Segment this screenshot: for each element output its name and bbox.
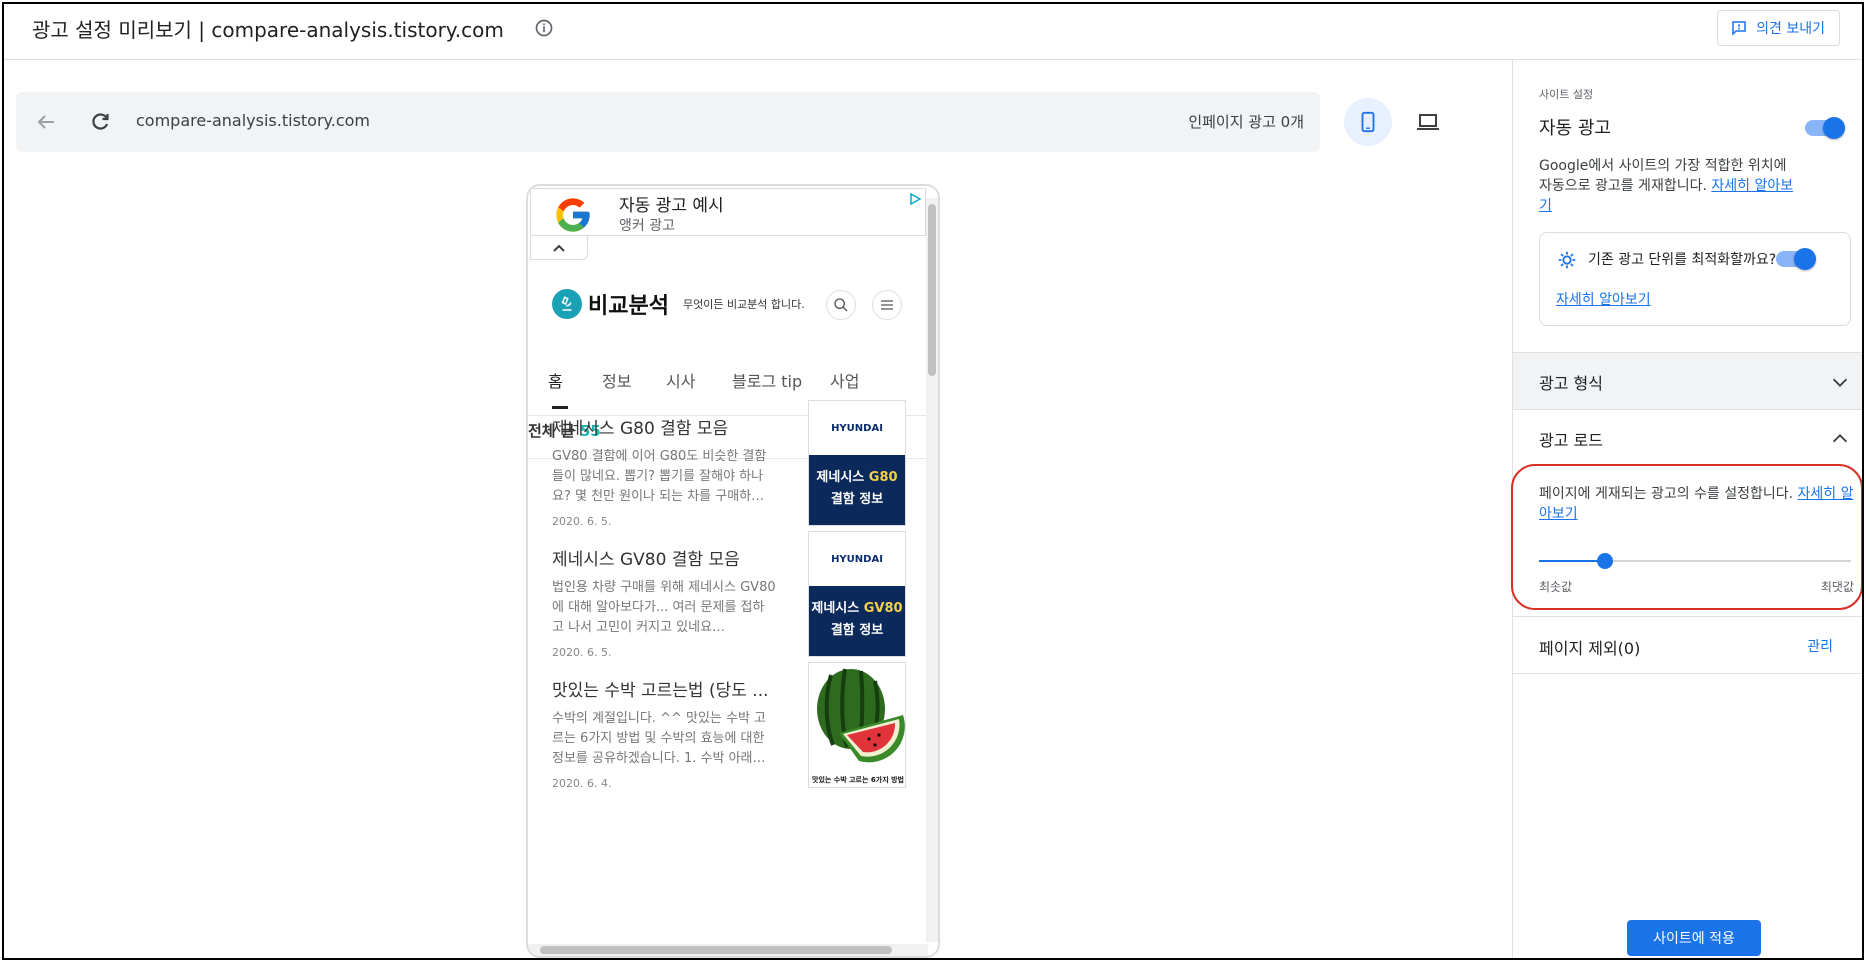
section-label: 사이트 설정 (1539, 88, 1594, 101)
optimize-question: 기존 광고 단위를 최적화할까요? (1588, 252, 1777, 268)
post-thumbnail[interactable]: HYUNDAI 제네시스 GV80 결함 정보 (808, 531, 906, 657)
post-item[interactable]: 제네시스 G80 결함 모음 GV80 결함에 이어 G80도 비슷한 결함들이… (552, 400, 906, 528)
nav-blog-tip[interactable]: 블로그 tip (732, 368, 802, 392)
reload-icon[interactable] (88, 110, 112, 134)
post-excerpt: 법인용 차량 구매를 위해 제네시스 GV80에 대해 알아보다가... 여러 … (552, 580, 776, 635)
top-header: 광고 설정 미리보기 | compare-analysis.tistory.co… (4, 4, 1862, 60)
page-title: 광고 설정 미리보기 | compare-analysis.tistory.co… (32, 18, 504, 42)
feedback-icon (1732, 21, 1746, 36)
post-thumbnail[interactable]: HYUNDAI 제네시스 G80 결함 정보 (808, 400, 906, 526)
page-exclusions-row: 페이지 제외(0) 관리 (1513, 616, 1862, 674)
laptop-icon (1417, 114, 1439, 130)
blog-tagline: 무엇이든 비교분석 합니다. (682, 298, 805, 311)
preview-url-bar: compare-analysis.tistory.com 인페이지 광고 0개 (16, 92, 1320, 152)
thumb-model: GV80 (863, 601, 903, 616)
auto-ads-toggle[interactable] (1805, 117, 1845, 139)
optimize-existing-ads-card: 기존 광고 단위를 최적화할까요? 자세히 알아보기 (1539, 232, 1851, 326)
thumb-model: G80 (868, 470, 898, 485)
post-excerpt: 수박의 계절입니다. ^^ 맛있는 수박 고르는 6가지 방법 및 수박의 효능… (552, 711, 767, 766)
highlight-annotation (1511, 464, 1862, 610)
send-feedback-button[interactable]: 의견 보내기 (1717, 10, 1840, 46)
nav-business[interactable]: 사업 (830, 368, 859, 392)
google-logo-icon (556, 198, 590, 232)
nav-current-affairs[interactable]: 시사 (666, 368, 695, 392)
blog-search-button[interactable] (826, 290, 856, 320)
microscope-icon (552, 289, 582, 319)
chevron-down-icon (1832, 378, 1848, 387)
ad-format-accordion[interactable]: 광고 형식 (1513, 352, 1862, 410)
hyundai-logo: HYUNDAI (831, 422, 883, 434)
post-title[interactable]: 맛있는 수박 고르는법 (당도 ... (552, 676, 776, 701)
apply-to-site-button[interactable]: 사이트에 적용 (1627, 920, 1761, 956)
post-item[interactable]: 제네시스 GV80 결함 모음 법인용 차량 구매를 위해 제네시스 GV80에… (552, 531, 906, 659)
scroll-thumb[interactable] (540, 946, 892, 954)
toggle-knob (1823, 117, 1845, 139)
manage-link[interactable]: 관리 (1807, 636, 1833, 656)
search-icon (834, 298, 848, 312)
post-thumbnail[interactable]: 맛있는 수박 고르는 6가지 방법 (808, 662, 906, 788)
inpage-ad-count: 인페이지 광고 0개 (1188, 113, 1304, 131)
post-title[interactable]: 제네시스 GV80 결함 모음 (552, 545, 776, 570)
watermelon-caption: 맛있는 수박 고르는 6가지 방법 (812, 776, 904, 784)
phone-icon (1361, 111, 1375, 133)
back-arrow-icon[interactable] (34, 110, 58, 134)
settings-panel: 사이트 설정 자동 광고 Google에서 사이트의 가장 적합한 위치에 자동… (1511, 60, 1862, 958)
chevron-up-icon (1832, 434, 1848, 443)
thumb-line1: 제네시스 (811, 601, 864, 616)
mobile-preview: 자동 광고 예시 앵커 광고 비교분석 무엇이든 비교분석 합니다. 홈 정보 … (526, 184, 940, 958)
blog-name: 비교분석 (588, 294, 669, 319)
thumbnail-caption: 제네시스 GV80 결함 정보 (809, 586, 905, 656)
nav-active-underline (552, 406, 568, 409)
thumb-line2: 결함 정보 (830, 492, 884, 507)
ad-example-title: 자동 광고 예시 (619, 196, 724, 216)
adchoices-icon[interactable] (909, 193, 921, 205)
watermelon-image: 맛있는 수박 고르는 6가지 방법 (809, 663, 905, 787)
ad-format-label: 광고 형식 (1539, 374, 1603, 393)
toggle-knob (1794, 248, 1816, 270)
mobile-view-button[interactable] (1344, 98, 1392, 146)
nav-info[interactable]: 정보 (602, 368, 631, 392)
optimize-toggle[interactable] (1776, 248, 1816, 270)
post-item[interactable]: 맛있는 수박 고르는법 (당도 ... 수박의 계절입니다. ^^ 맛있는 수박… (552, 662, 906, 790)
anchor-ad-banner[interactable]: 자동 광고 예시 앵커 광고 (530, 188, 926, 236)
scroll-thumb[interactable] (928, 204, 936, 376)
thumb-line1: 제네시스 (816, 470, 869, 485)
desktop-view-button[interactable] (1404, 98, 1452, 146)
feedback-label: 의견 보내기 (1756, 21, 1825, 37)
horizontal-scrollbar[interactable] (528, 944, 928, 956)
auto-ads-title: 자동 광고 (1539, 118, 1611, 139)
hyundai-logo: HYUNDAI (831, 553, 883, 565)
learn-more-link[interactable]: 자세히 알아보기 (1556, 289, 1651, 309)
post-title[interactable]: 제네시스 G80 결함 모음 (552, 414, 776, 439)
blog-logo[interactable]: 비교분석 무엇이든 비교분석 합니다. (552, 288, 805, 320)
nav-home[interactable]: 홈 (548, 368, 563, 392)
ad-example-subtitle: 앵커 광고 (619, 218, 675, 234)
page-exclusions-label: 페이지 제외(0) (1539, 639, 1641, 658)
preview-url: compare-analysis.tistory.com (136, 111, 370, 130)
ad-load-accordion[interactable]: 광고 로드 (1513, 410, 1862, 468)
app-window: 광고 설정 미리보기 | compare-analysis.tistory.co… (2, 2, 1864, 960)
gear-sparkle-icon (1558, 251, 1576, 269)
auto-ads-description: Google에서 사이트의 가장 적합한 위치에 자동으로 광고를 게재합니다.… (1539, 156, 1799, 216)
hamburger-menu-icon (881, 300, 893, 310)
collapse-ad-button[interactable] (530, 236, 588, 260)
vertical-scrollbar[interactable] (926, 198, 938, 942)
ad-load-label: 광고 로드 (1539, 431, 1603, 450)
thumbnail-caption: 제네시스 G80 결함 정보 (809, 455, 905, 525)
info-icon[interactable] (534, 18, 554, 38)
thumb-line2: 결함 정보 (830, 623, 884, 638)
chevron-up-icon (553, 244, 565, 252)
post-excerpt: GV80 결함에 이어 G80도 비슷한 결함들이 많네요. 뽑기? 뽑기를 잘… (552, 449, 767, 504)
blog-menu-button[interactable] (872, 290, 902, 320)
